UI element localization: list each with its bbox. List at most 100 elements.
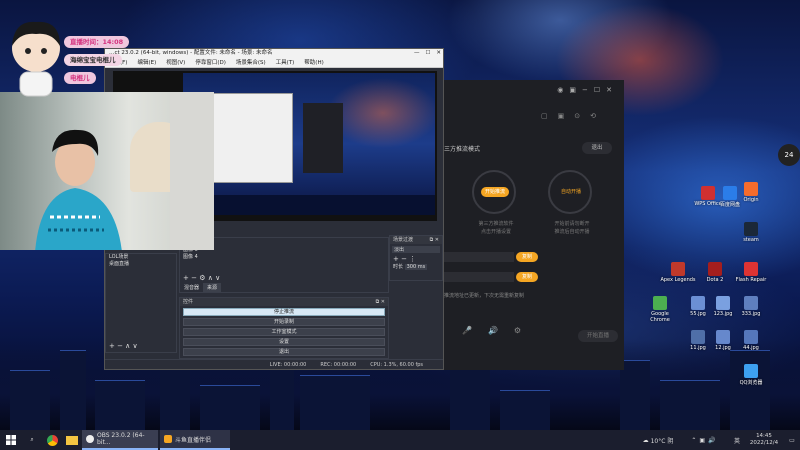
tab-mixer[interactable]: 混音器 [180,283,204,292]
file-icon [716,330,730,344]
copy-url-button[interactable]: 复制 [516,252,538,262]
file-icon [716,296,730,310]
start-button[interactable] [0,430,22,450]
scene-item[interactable]: 桌面直播 [106,261,176,268]
minimize-icon[interactable]: — [414,49,420,58]
obs-menubar: 文件(F) 编辑(E) 视图(V) 停靠窗口(D) 场景集合(S) 工具(T) … [105,58,443,68]
file-icon [744,330,758,344]
desktop-icon[interactable]: Flash Repair [733,262,769,283]
scene-item[interactable]: LOL场景 [106,254,176,261]
stop-streaming-button[interactable]: 停止推流 [183,308,385,316]
tray-icons[interactable]: ⌃▣🔊 [680,430,730,450]
ime-indicator[interactable]: 英 [730,430,744,450]
name-pill-2: 电棍儿 [64,72,96,84]
desc-1: 第三方推流软件 [478,221,514,227]
file-icon [744,364,758,378]
folder-icon[interactable] [62,430,82,450]
gear-icon[interactable]: ⚙ [199,274,205,282]
streaming-companion-window[interactable]: ◉▣−☐✕ ▢▣⊙⟲ 三方推流模式 退出 开始推流 自动开播 第三方推流软件 点… [444,80,624,370]
douyu-icon [164,435,172,443]
desktop-icon[interactable]: 333.jpg [733,296,769,317]
desc-4: 推流后自动开播 [554,229,590,235]
cloud-icon: ☁ [642,436,649,444]
transitions-title: 场景过渡 [393,237,414,243]
desktop-icon-label: 百度网盘 [719,202,740,208]
file-icon [691,330,705,344]
close-icon[interactable]: ✕ [436,49,441,58]
tab-sources[interactable]: 来源 [203,283,222,292]
copy-key-button[interactable]: 复制 [516,272,538,282]
windows-icon [6,435,16,445]
exit-button[interactable]: 退出 [183,348,385,356]
menu-help[interactable]: 帮助(H) [304,58,323,67]
source-item[interactable]: 图像 4 [180,254,388,261]
maximize-icon[interactable]: ☐ [425,49,430,58]
webcam-overlay [0,92,214,250]
file-icon [744,296,758,310]
desktop-icon[interactable]: 44.jpg [733,330,769,351]
menu-view[interactable]: 视图(V) [166,58,185,67]
live-time: LIVE: 00:00:00 [269,362,307,368]
file-icon [671,262,685,276]
obs-titlebar[interactable]: …ct 23.0.2 (64-bit, windows) - 配置文件: 未命名… [105,49,443,58]
obs-icon [86,435,94,443]
menu-docks[interactable]: 停靠窗口(D) [195,58,226,67]
streamer-person [35,129,122,250]
auto-live-button[interactable]: 自动开播 [557,187,585,197]
chrome-icon[interactable] [42,430,62,450]
file-icon [708,262,722,276]
push-key-field[interactable] [444,272,514,282]
start-recording-button[interactable]: 开始录制 [183,318,385,326]
desktop-icon[interactable]: Dota 2 [697,262,733,283]
taskbar-companion-label: 斗鱼直播伴侣 [175,436,212,444]
file-icon [723,186,737,200]
controls-title: 控件 [183,299,194,305]
studio-mode-button[interactable]: 工作室模式 [183,328,385,336]
down-icon[interactable]: ∨ [215,274,220,282]
scene-toolbar: + − ∧ ∨ [109,342,138,350]
file-icon [744,222,758,236]
window-controls[interactable]: ◉▣−☐✕ [557,86,618,94]
clock-time: 14:45 [756,433,772,439]
desktop-icon[interactable]: QQ浏览器 [733,364,769,386]
duration-label: 时长 [393,264,404,270]
notification-icon[interactable]: ▭ [784,430,800,450]
remove-icon[interactable]: − [191,274,197,282]
start-live-button[interactable]: 开始直播 [578,330,618,342]
desktop-icon[interactable]: Apex Legends [660,262,696,283]
toolbar-icons[interactable]: ▢▣⊙⟲ [541,112,606,120]
desktop-icon[interactable]: steam [733,222,769,243]
add-icon[interactable]: + [183,274,189,282]
desktop-icon[interactable]: 百度网盘 [712,186,748,208]
chibi-avatar [12,21,60,97]
desktop-icon-label: steam [743,237,759,243]
push-url-field[interactable] [444,252,514,262]
desktop-icon[interactable]: Google Chrome [642,296,678,323]
settings-button[interactable]: 设置 [183,338,385,346]
desktop-icon-label: Apex Legends [660,277,696,283]
weather[interactable]: ☁ 10°C 阴 [636,430,680,450]
side-badge[interactable]: 24 [778,144,800,166]
auto-live-ring: 自动开播 [548,170,592,214]
duration-input[interactable]: 300 ms [404,264,428,270]
clock[interactable]: 14:45 2022/12/4 [744,430,784,450]
up-icon[interactable]: ∧ [208,274,213,282]
obs-statusbar: LIVE: 00:00:00 REC: 00:00:00 CPU: 1.3%, … [105,359,443,369]
rec-time: REC: 00:00:00 [320,362,357,368]
taskbar-companion[interactable]: 斗鱼直播伴侣 [160,430,230,450]
taskbar-obs[interactable]: OBS 23.0.2 (64-bit... [82,430,158,450]
search-icon[interactable]: ⌕ [22,430,42,450]
file-icon [691,296,705,310]
menu-tools[interactable]: 工具(T) [276,58,295,67]
exit-mode-button[interactable]: 退出 [582,142,612,154]
menu-scene-collection[interactable]: 场景集合(S) [236,58,266,67]
desktop-icon-label: 44.jpg [743,345,759,351]
cpu-fps: CPU: 1.3%, 60.00 fps [370,362,423,368]
file-icon [744,262,758,276]
bottom-tools[interactable]: 🎤🔊⚙ [462,326,537,335]
start-push-button[interactable]: 开始推流 [481,187,509,197]
taskbar: ⌕ OBS 23.0.2 (64-bit... 斗鱼直播伴侣 ☁ 10°C 阴 … [0,430,800,450]
weather-text: 10°C 阴 [650,437,674,445]
mode-title: 三方推流模式 [444,146,481,153]
transition-select[interactable]: 淡出 [392,246,440,253]
